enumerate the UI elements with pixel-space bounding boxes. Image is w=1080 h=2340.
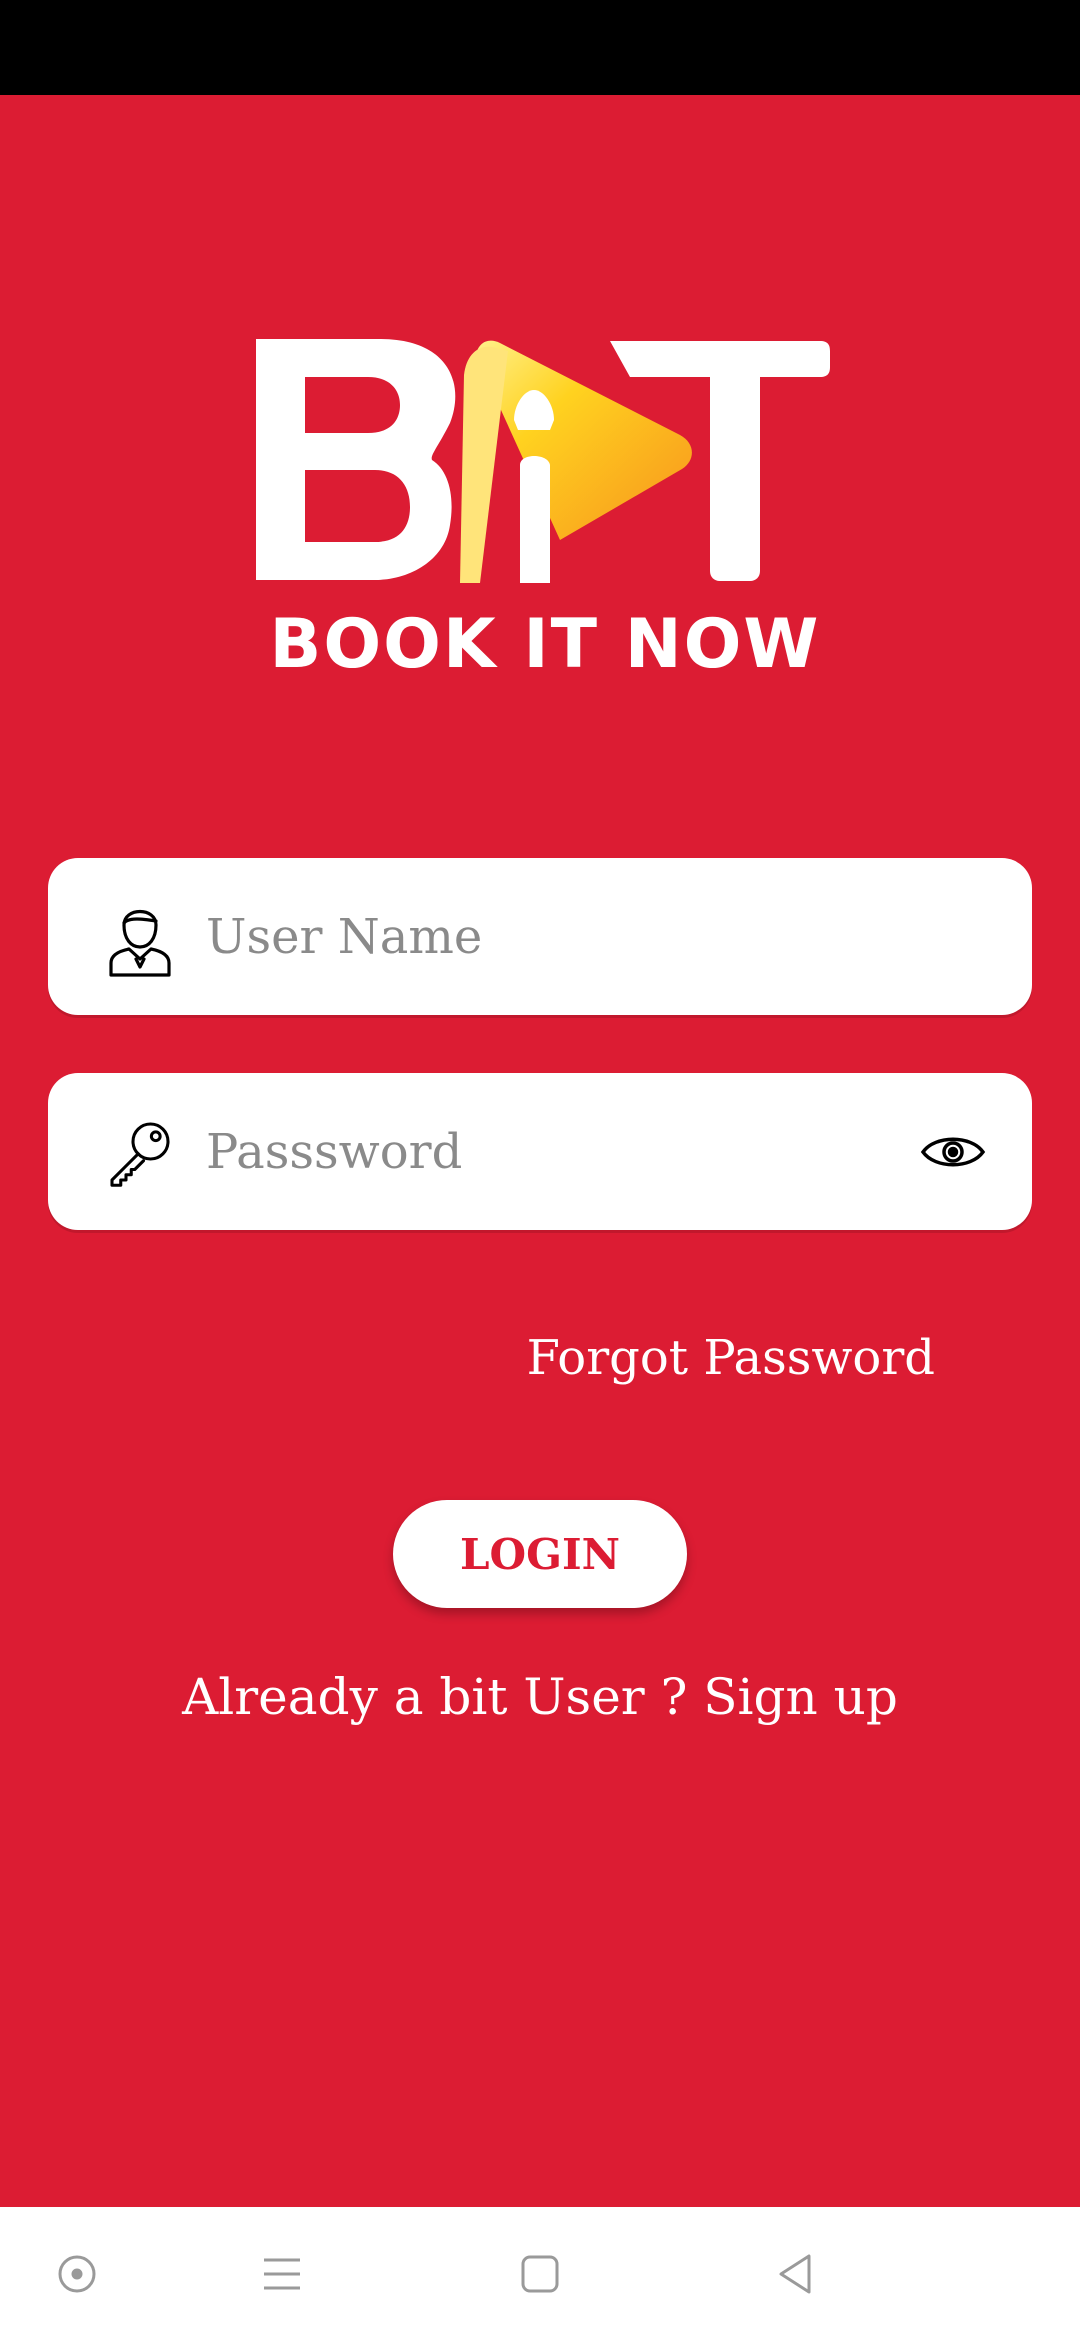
username-field[interactable] xyxy=(48,858,1032,1015)
password-input[interactable] xyxy=(206,1073,906,1230)
home-button[interactable] xyxy=(517,2251,563,2297)
system-nav-bar xyxy=(0,2207,1080,2340)
login-button[interactable]: LOGIN xyxy=(393,1500,687,1608)
back-button[interactable] xyxy=(773,2251,819,2297)
signup-link[interactable]: Already a bit User ? Sign up xyxy=(0,1668,1080,1726)
logo-tagline: BOOK IT NOW xyxy=(270,605,821,675)
assistant-button[interactable] xyxy=(54,2251,100,2297)
forgot-password-link[interactable]: Forgot Password xyxy=(527,1330,935,1386)
eye-icon[interactable] xyxy=(920,1129,986,1175)
status-bar xyxy=(0,0,1080,95)
menu-button[interactable] xyxy=(259,2251,305,2297)
user-icon xyxy=(105,897,175,977)
app-logo: BOOK IT NOW xyxy=(256,339,830,675)
password-field[interactable] xyxy=(48,1073,1032,1230)
username-input[interactable] xyxy=(206,858,906,1015)
key-icon xyxy=(105,1112,175,1192)
